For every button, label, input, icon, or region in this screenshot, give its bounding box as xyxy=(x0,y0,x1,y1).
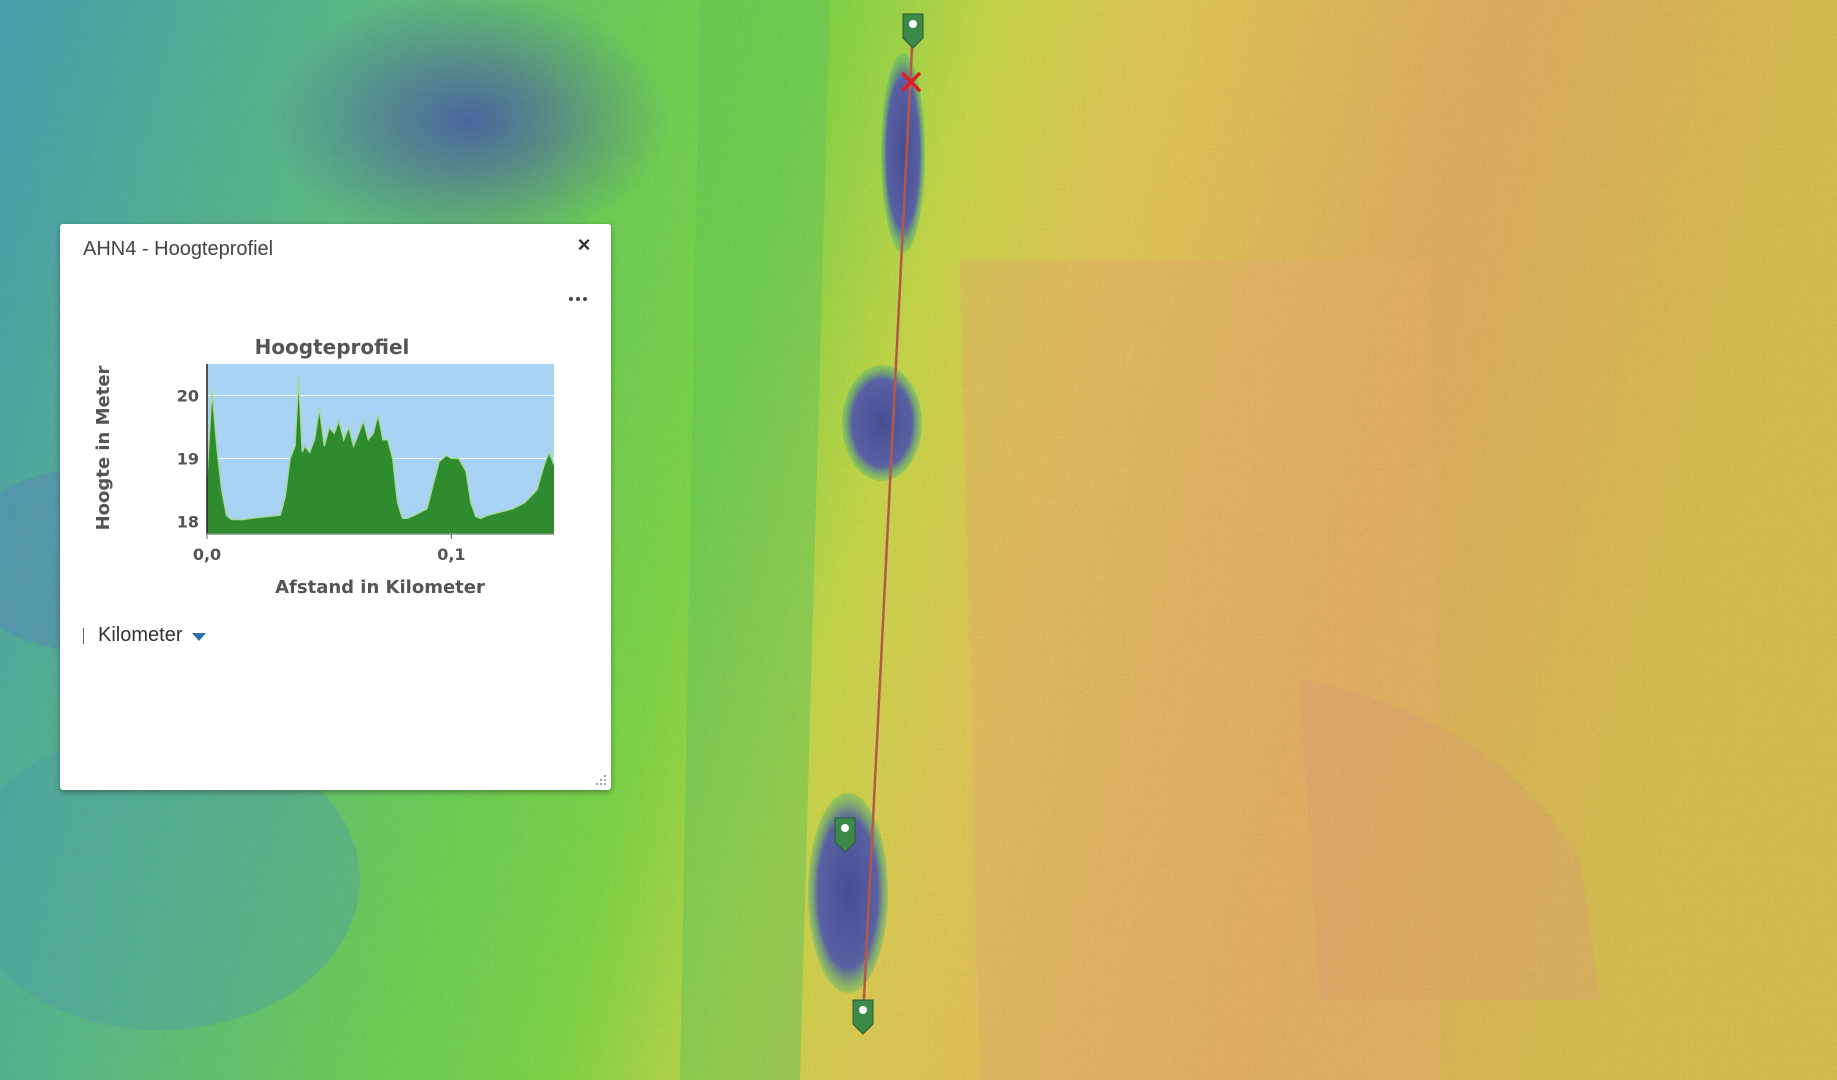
resize-grip-icon[interactable] xyxy=(595,774,607,786)
unit-row: Kilometer xyxy=(83,624,207,647)
elevation-chart: Hoogteprofiel Hoogte in Meter Afstand in… xyxy=(93,335,555,598)
caret-down-icon xyxy=(192,632,207,641)
unit-dropdown[interactable]: Kilometer xyxy=(98,624,207,647)
y-axis-label: Hoogte in Meter xyxy=(93,365,114,530)
y-tick-label: 19 xyxy=(177,449,199,468)
x-axis-label: Afstand in Kilometer xyxy=(275,577,485,598)
x-tick-label: 0,0 xyxy=(193,545,221,564)
y-tick-label: 20 xyxy=(177,386,199,405)
panel-title: AHN4 - Hoogteprofiel xyxy=(83,238,274,260)
x-tick-label: 0,1 xyxy=(437,545,465,564)
unit-separator xyxy=(83,627,84,644)
chart-title: Hoogteprofiel xyxy=(255,335,410,359)
y-tick-label: 18 xyxy=(177,512,199,531)
elevation-profile-panel: AHN4 - Hoogteprofiel × Hoogteprofiel Hoo… xyxy=(60,224,611,790)
unit-dropdown-label: Kilometer xyxy=(98,624,183,646)
close-button[interactable]: × xyxy=(573,234,595,256)
